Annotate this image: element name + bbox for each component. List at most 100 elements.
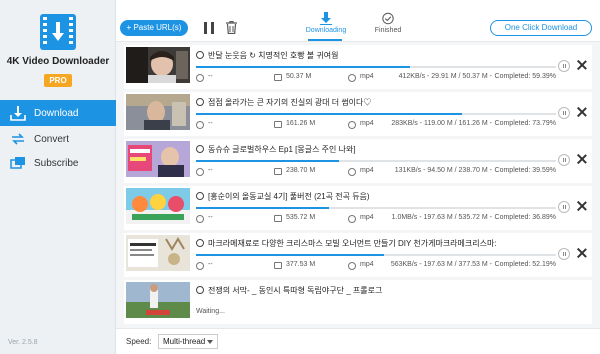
download-meta: -- 238.70 M mp4 131KB/s - 94.50 M / 238.… — [196, 167, 556, 177]
progress-bar — [196, 254, 556, 256]
film-reel-icon — [196, 98, 204, 106]
trash-icon[interactable] — [226, 21, 237, 34]
format-icon — [348, 121, 356, 129]
video-title: 점점 올라가는 큰 자기의 진실의 광대 더 썸이다♡ — [196, 97, 556, 108]
file-size-icon — [274, 215, 282, 222]
video-title: [홍순이의 올동교실 4기] 풀버전 (21곡 전곡 듀음) — [196, 191, 556, 202]
progress-bar — [196, 113, 556, 115]
download-meta: -- 161.26 M mp4 283KB/s - 119.00 M / 161… — [196, 120, 556, 130]
completed-percent: Completed: 59.39% — [494, 73, 556, 80]
clock-icon — [196, 121, 204, 129]
progress-bar — [196, 66, 556, 68]
paste-url-button[interactable]: + Paste URL(s) — [120, 20, 188, 36]
speed-value: Multi-thread — [163, 337, 206, 346]
tab-label: Finished — [374, 27, 402, 34]
chevron-down-icon — [207, 340, 213, 344]
file-size: 535.72 M — [286, 214, 316, 221]
download-item[interactable]: 마크라메재료로 다양한 크리스마스 모빌 오너먼트 만들기 DIY 천가게마크라… — [124, 233, 592, 277]
bottom-bar: Speed: Multi-thread — [116, 328, 600, 354]
pause-download-button[interactable] — [558, 60, 570, 72]
video-title: 마크라메재료로 다양한 크리스마스 모빌 오너먼트 만들기 DIY 천가게마크라… — [196, 238, 556, 249]
sidebar-item-download[interactable]: Download — [0, 100, 116, 126]
download-item[interactable]: 전쟁의 서막- _ 동인시 특따형 독립야구단 _ 프롤로그 Waiting..… — [124, 280, 592, 324]
active-tab-indicator — [308, 39, 342, 41]
format-icon — [348, 168, 356, 176]
sidebar-item-label: Download — [34, 107, 79, 119]
speed-label: Speed: — [126, 337, 152, 346]
file-format: mp4 — [360, 73, 374, 80]
progress-bar — [196, 207, 556, 209]
toolbar: + Paste URL(s) Downloading Finished One … — [116, 0, 600, 42]
sidebar-item-subscribe[interactable]: Subscribe — [0, 150, 116, 176]
download-item[interactable]: 동슈슈 글로벌하우스 Ep1 [몽글스 주인 나와] -- 238.70 M m… — [124, 139, 592, 183]
pause-all-icon[interactable] — [204, 22, 214, 34]
pause-download-button[interactable] — [558, 107, 570, 119]
close-icon[interactable] — [576, 59, 588, 71]
video-title: 동슈슈 글로벌하우스 Ep1 [몽글스 주인 나와] — [196, 144, 556, 155]
film-reel-icon — [196, 239, 204, 247]
one-click-download-button[interactable]: One Click Download — [490, 20, 592, 36]
duration: -- — [208, 120, 213, 127]
completed-percent: Completed: 36.89% — [494, 214, 556, 221]
close-icon[interactable] — [576, 200, 588, 212]
video-title: 전쟁의 서막- _ 동인시 특따형 독립야구단 _ 프롤로그 — [196, 285, 556, 296]
duration: -- — [208, 214, 213, 221]
pause-download-button[interactable] — [558, 154, 570, 166]
duration: -- — [208, 261, 213, 268]
pause-download-button[interactable] — [558, 248, 570, 260]
download-list: 반달 눈웃음 ↻ 치명적인 호빵 볼 귀여웜 -- 50.37 M mp4 41… — [116, 42, 600, 328]
format-icon — [348, 74, 356, 82]
sidebar-item-label: Convert — [34, 133, 70, 145]
waiting-status: Waiting... — [196, 308, 225, 315]
pause-download-button[interactable] — [558, 201, 570, 213]
tab-downloading[interactable]: Downloading — [296, 12, 356, 34]
check-circle-icon — [382, 12, 394, 25]
file-format: mp4 — [360, 214, 374, 221]
close-icon[interactable] — [576, 247, 588, 259]
subscribe-icon — [10, 157, 25, 169]
download-item[interactable]: 점점 올라가는 큰 자기의 진실의 광대 더 썸이다♡ -- 161.26 M … — [124, 92, 592, 136]
download-item[interactable]: 반달 눈웃음 ↻ 치명적인 호빵 볼 귀여웜 -- 50.37 M mp4 41… — [124, 45, 592, 89]
completed-percent: Completed: 73.79% — [494, 120, 556, 127]
clock-icon — [196, 262, 204, 270]
transfer-rate: 283KB/s - 119.00 M / 161.26 M - — [391, 120, 492, 127]
file-size: 161.26 M — [286, 120, 316, 127]
download-meta: Waiting... — [196, 308, 556, 318]
version-label: Ver. 2.5.8 — [8, 339, 38, 346]
convert-arrows-icon — [12, 133, 24, 145]
video-title: 반달 눈웃음 ↻ 치명적인 호빵 볼 귀여웜 — [196, 50, 556, 61]
video-thumbnail — [126, 188, 190, 224]
completed-percent: Completed: 52.19% — [494, 261, 556, 268]
clock-icon — [196, 215, 204, 223]
film-reel-icon — [196, 51, 204, 59]
app-name: 4K Video Downloader — [6, 56, 110, 67]
file-size-icon — [274, 121, 282, 128]
video-thumbnail — [126, 235, 190, 271]
file-format: mp4 — [360, 167, 374, 174]
download-meta: -- 50.37 M mp4 412KB/s - 29.91 M / 50.37… — [196, 73, 556, 83]
video-thumbnail — [126, 47, 190, 83]
download-meta: -- 535.72 M mp4 1.0MB/s - 197.63 M / 535… — [196, 214, 556, 224]
file-format: mp4 — [360, 120, 374, 127]
file-size: 238.70 M — [286, 167, 316, 174]
tab-label: Downloading — [305, 27, 347, 34]
download-arrow-icon — [320, 12, 332, 25]
speed-select[interactable]: Multi-thread — [158, 334, 218, 349]
film-reel-icon — [196, 192, 204, 200]
file-size: 377.53 M — [286, 261, 316, 268]
file-size-icon — [274, 262, 282, 269]
close-icon[interactable] — [576, 153, 588, 165]
sidebar: 4K Video Downloader PRO Download Convert… — [0, 0, 116, 354]
pro-badge[interactable]: PRO — [44, 74, 72, 87]
download-item[interactable]: [홍순이의 올동교실 4기] 풀버전 (21곡 전곡 듀음) -- 535.72… — [124, 186, 592, 230]
tab-finished[interactable]: Finished — [358, 12, 418, 34]
app-logo-icon — [40, 14, 76, 50]
close-icon[interactable] — [576, 106, 588, 118]
transfer-rate: 131KB/s - 94.50 M / 238.70 M - — [394, 167, 492, 174]
film-reel-icon — [196, 145, 204, 153]
film-reel-icon — [196, 286, 204, 294]
file-size-icon — [274, 74, 282, 81]
video-thumbnail — [126, 94, 190, 130]
duration: -- — [208, 167, 213, 174]
sidebar-item-convert[interactable]: Convert — [0, 126, 116, 152]
